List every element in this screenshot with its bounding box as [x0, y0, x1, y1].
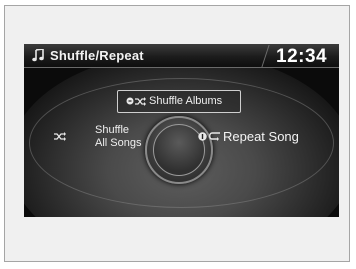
shuffle-albums-option[interactable]: Shuffle Albums [117, 90, 241, 113]
clock: 12:34 [276, 46, 328, 67]
shuffle-all-songs-label-line1: Shuffle [95, 124, 130, 136]
repeat-song-label: Repeat Song [223, 129, 299, 144]
infotainment-screen: Shuffle/Repeat 12:34 Shuffle Albums Shuf… [24, 44, 339, 217]
repeat-song-option[interactable]: Repeat Song [198, 128, 308, 148]
one-indicator-icon [198, 132, 207, 141]
shuffle-albums-label: Shuffle Albums [149, 95, 223, 107]
shuffle-icon [54, 132, 66, 141]
shuffle-all-songs-label-line2: All Songs [95, 137, 142, 149]
shuffle-icon [135, 97, 146, 106]
header-bar: Shuffle/Repeat 12:34 [24, 44, 339, 68]
off-indicator-icon [126, 97, 134, 105]
music-note-icon [32, 49, 44, 62]
header-divider [261, 45, 275, 67]
page-title: Shuffle/Repeat [50, 48, 144, 63]
shuffle-all-songs-option[interactable]: Shuffle All Songs [50, 124, 150, 154]
repeat-icon [209, 132, 220, 141]
